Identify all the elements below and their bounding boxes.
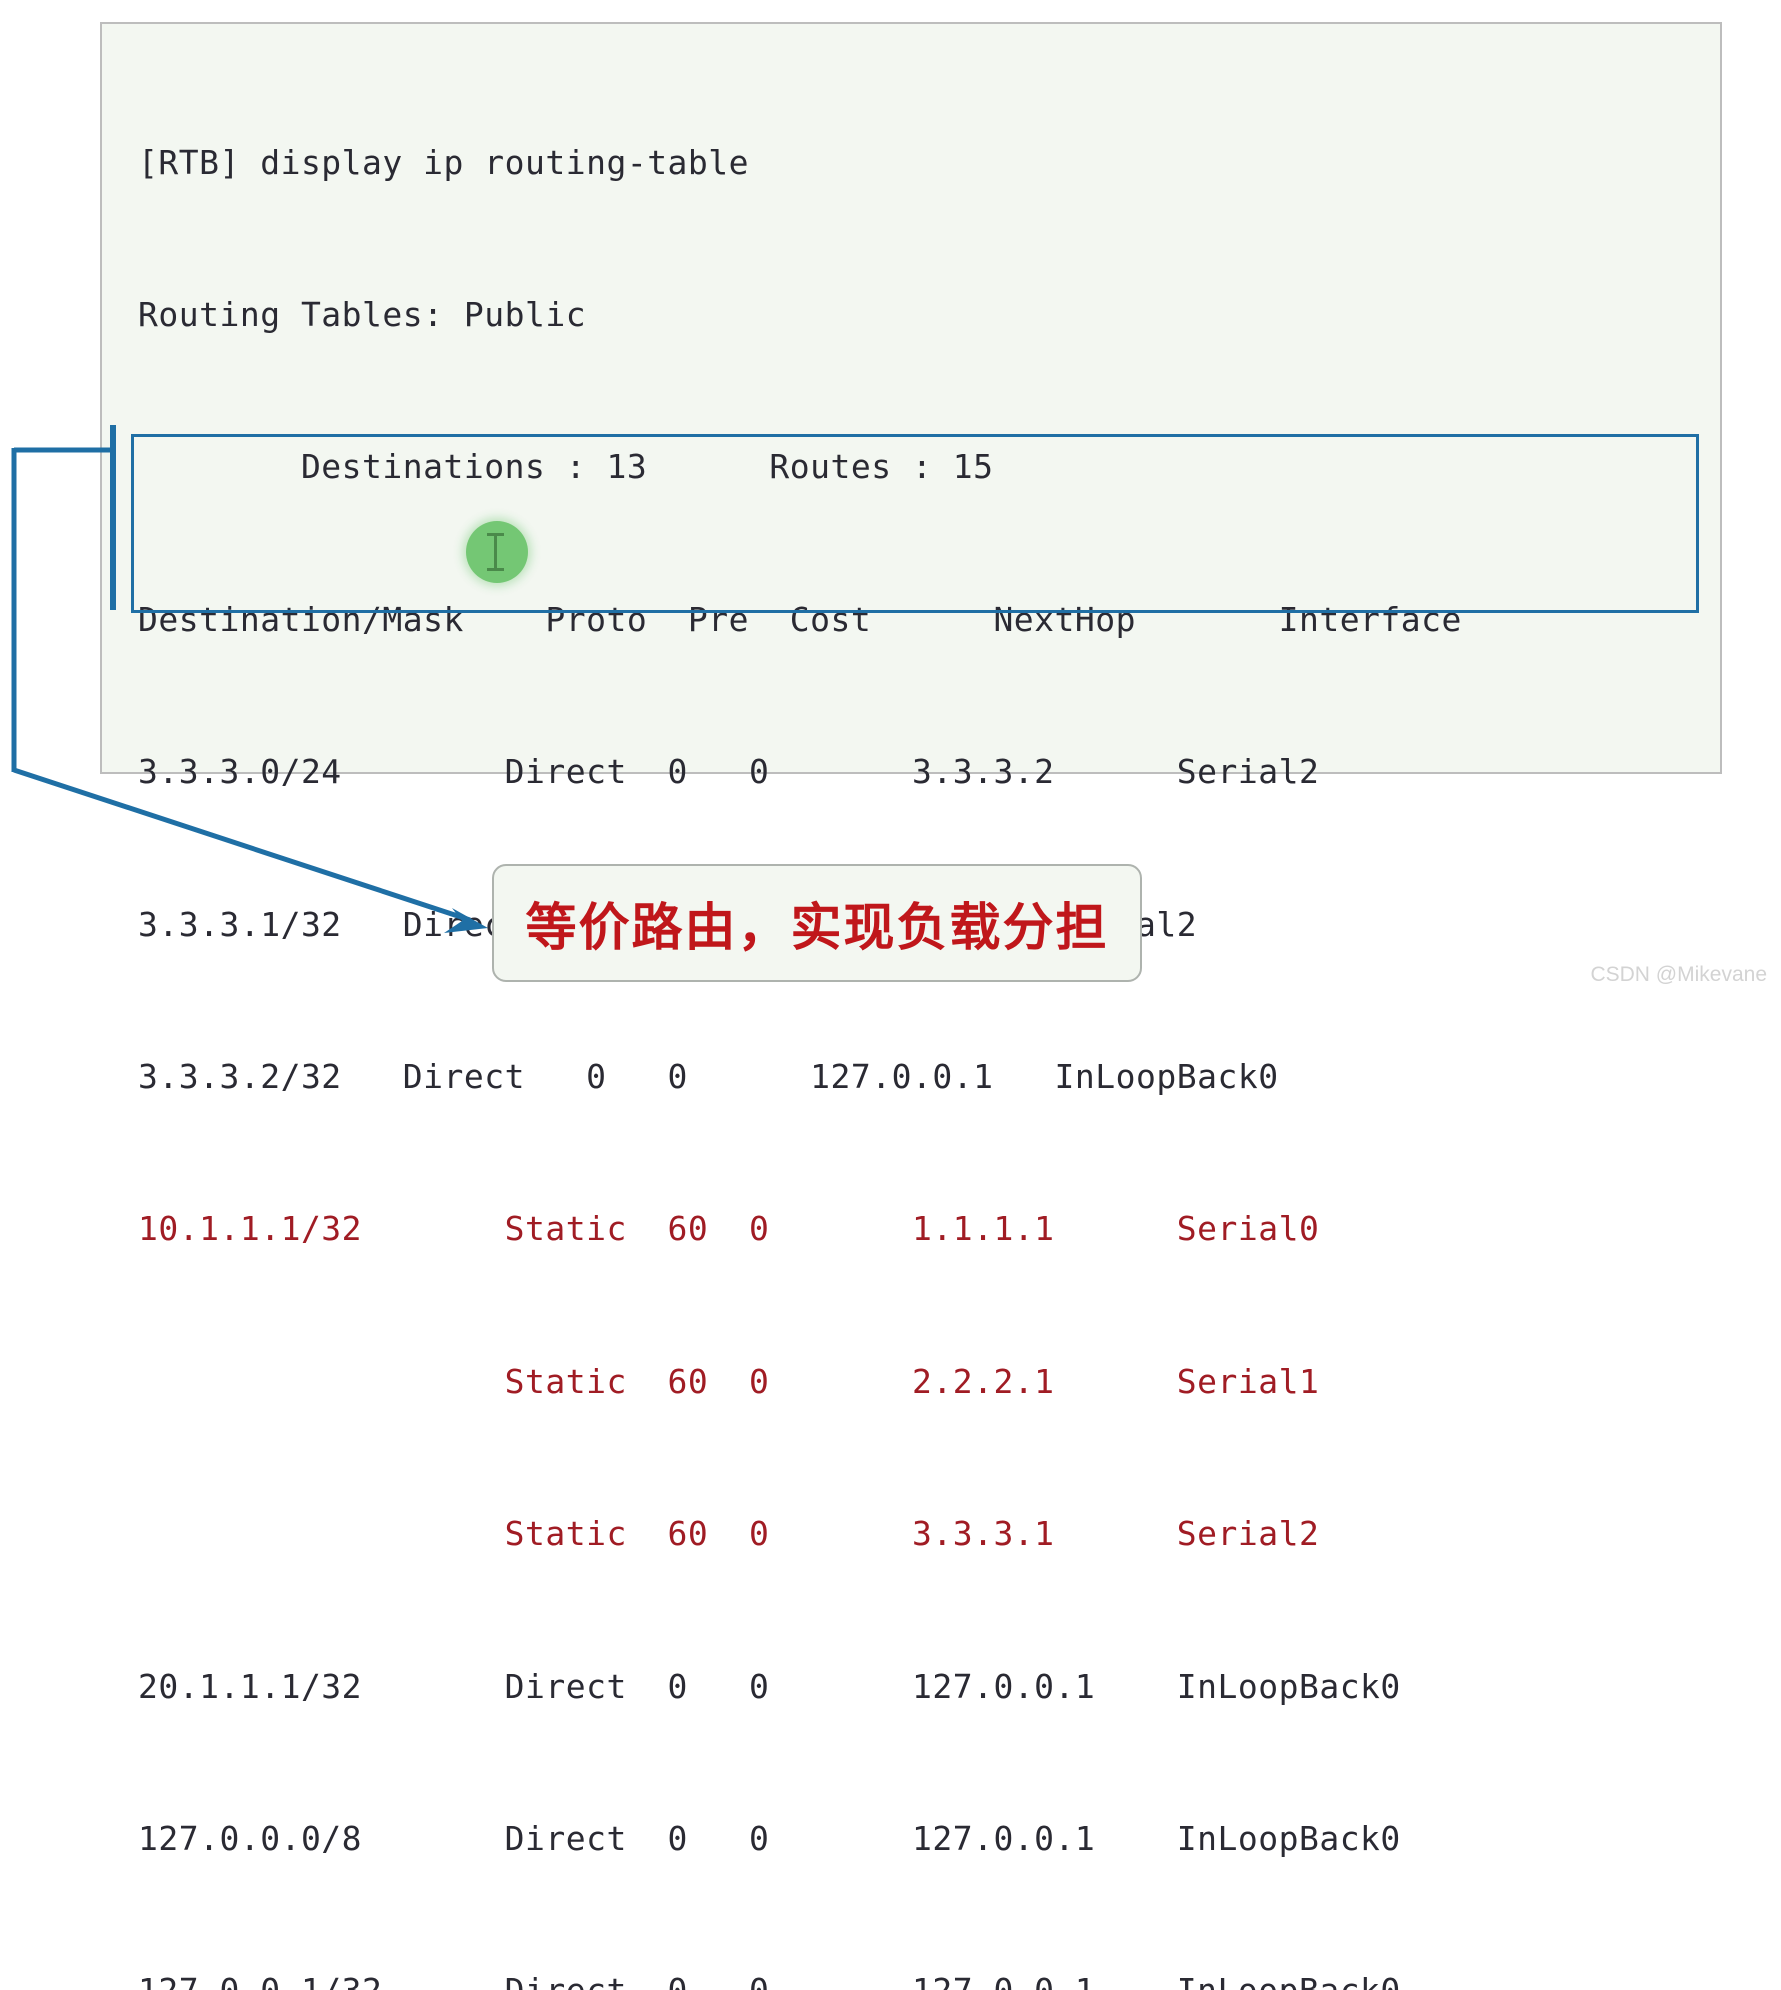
- table-header-line: Destination/Mask Proto Pre Cost NextHop …: [138, 599, 1462, 639]
- annotation-note-box: 等价路由，实现负载分担: [492, 864, 1142, 982]
- table-row-static: Static 60 0 3.3.3.1 Serial2: [138, 1514, 1320, 1554]
- command-prompt-line: [RTB] display ip routing-table: [138, 142, 750, 182]
- table-row: 127.0.0.0/8 Direct 0 0 127.0.0.1 InLoopB…: [138, 1818, 1401, 1858]
- table-row: 3.3.3.0/24 Direct 0 0 3.3.3.2 Serial2: [138, 752, 1320, 792]
- screenshot-canvas: [RTB] display ip routing-table Routing T…: [0, 0, 1781, 1990]
- routing-table-panel: [RTB] display ip routing-table Routing T…: [100, 22, 1722, 1990]
- table-row-static: 10.1.1.1/32 Static 60 0 1.1.1.1 Serial0: [138, 1209, 1320, 1249]
- text-cursor-icon: [487, 533, 504, 571]
- table-row: 20.1.1.1/32 Direct 0 0 127.0.0.1 InLoopB…: [138, 1666, 1401, 1706]
- annotation-note-text: 等价路由，实现负载分担: [525, 899, 1109, 958]
- watermark-label: CSDN @Mikevane: [1590, 963, 1767, 986]
- terminal-output: [RTB] display ip routing-table Routing T…: [138, 36, 1462, 1990]
- cursor-highlight-halo: [466, 521, 528, 583]
- table-row: 3.3.3.2/32 Direct 0 0 127.0.0.1 InLoopBa…: [138, 1056, 1279, 1096]
- routing-tables-line: Routing Tables: Public: [138, 294, 587, 334]
- summary-line: Destinations : 13 Routes : 15: [138, 447, 994, 487]
- table-row: 127.0.0.1/32 Direct 0 0 127.0.0.1 InLoop…: [138, 1966, 1462, 1990]
- table-row-static: Static 60 0 2.2.2.1 Serial1: [138, 1361, 1320, 1401]
